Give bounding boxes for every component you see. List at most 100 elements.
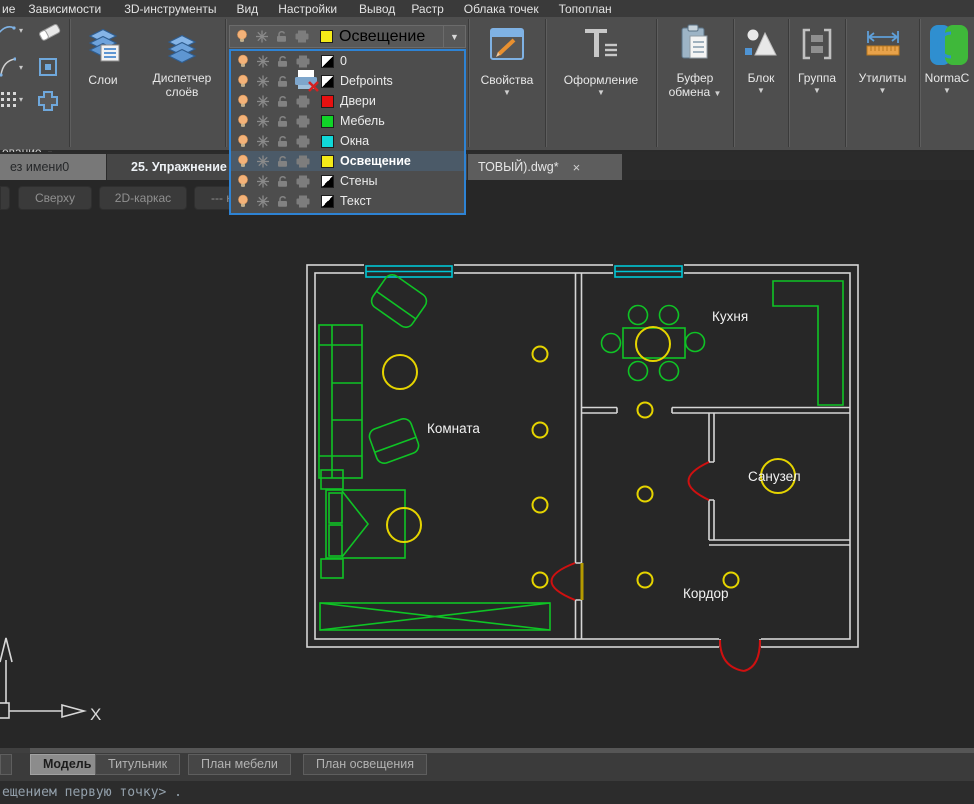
menu-item-topoplan[interactable]: Топоплан (559, 2, 612, 16)
bulb-on-icon[interactable] (235, 154, 251, 169)
print-icon[interactable] (295, 174, 313, 189)
menu-item-point-clouds[interactable]: Облака точек (464, 2, 539, 16)
unlock-icon[interactable] (275, 194, 291, 209)
unlock-icon[interactable] (275, 54, 291, 69)
print-icon[interactable] (295, 194, 313, 209)
decoration-button[interactable]: Оформление ▼ (564, 17, 638, 97)
layout-nav-button[interactable] (0, 754, 12, 775)
freeze-icon[interactable] (254, 29, 270, 44)
freeze-icon[interactable] (255, 54, 271, 69)
layer-color-swatch[interactable] (321, 175, 334, 188)
menu-item-view[interactable]: Вид (236, 2, 258, 16)
print-icon[interactable] (295, 114, 313, 129)
freeze-icon[interactable] (255, 154, 271, 169)
layer-color-swatch[interactable] (321, 155, 334, 168)
print-icon[interactable] (294, 29, 312, 44)
drawing-canvas[interactable]: Комната Кухня Санузел Кордор X Сверху 2D… (0, 180, 974, 748)
menu-item-settings[interactable]: Настройки (278, 2, 337, 16)
layers-button[interactable]: Слои (85, 17, 121, 87)
print-icon[interactable] (295, 134, 313, 149)
bulb-on-icon[interactable] (235, 134, 251, 149)
clipboard-button[interactable]: Буфер обмена ▼ (669, 17, 722, 99)
bulb-on-icon[interactable] (235, 174, 251, 189)
menu-item-3d-tools[interactable]: 3D-инструменты (124, 2, 216, 16)
group-button[interactable]: Группа ▼ (797, 17, 837, 95)
floor-plan: Комната Кухня Санузел Кордор X (0, 180, 974, 748)
group-icon (797, 23, 837, 71)
bulb-on-icon[interactable] (235, 194, 251, 209)
freeze-icon[interactable] (255, 114, 271, 129)
layer-color-swatch[interactable] (320, 30, 333, 43)
menu-item-partial[interactable]: ие (2, 2, 15, 16)
layer-row-windows[interactable]: Окна (231, 131, 464, 151)
unlock-icon[interactable] (275, 74, 291, 89)
unlock-icon[interactable] (275, 134, 291, 149)
layer-row-doors[interactable]: Двери (231, 91, 464, 111)
menu-item-output[interactable]: Вывод (359, 2, 395, 16)
bulb-on-icon[interactable] (235, 54, 251, 69)
document-tab-unnamed[interactable]: ез имени0 (0, 154, 106, 180)
unlock-icon[interactable] (274, 29, 290, 44)
layer-row-furniture[interactable]: Мебель (231, 111, 464, 131)
bulb-on-icon[interactable] (235, 114, 251, 129)
bulb-on-icon[interactable] (235, 94, 251, 109)
center-mark-tool-button[interactable] (36, 55, 60, 79)
menu-item-dependencies[interactable]: Зависимости (28, 2, 101, 16)
room-label-bathroom: Санузел (748, 469, 801, 484)
close-icon[interactable]: × (573, 160, 581, 175)
unlock-icon[interactable] (275, 94, 291, 109)
layer-manager-button[interactable]: Диспетчер слоёв (153, 17, 212, 99)
layer-color-swatch[interactable] (321, 135, 334, 148)
layout-tab-furniture[interactable]: План мебели (188, 754, 291, 775)
unlock-icon[interactable] (275, 174, 291, 189)
layer-row-text[interactable]: Текст (231, 191, 464, 211)
menu-item-raster[interactable]: Растр (411, 2, 443, 16)
layer-row-walls[interactable]: Стены (231, 171, 464, 191)
layer-row-defpoints[interactable]: Defpoints (231, 71, 464, 91)
layout-tab-title[interactable]: Титульник (95, 754, 180, 775)
chevron-down-icon[interactable]: ▾ (19, 95, 23, 104)
bulb-on-icon[interactable] (234, 29, 250, 44)
freeze-icon[interactable] (255, 194, 271, 209)
bulb-on-icon[interactable] (235, 74, 251, 89)
no-print-icon[interactable] (293, 69, 321, 93)
union-tool-button[interactable] (36, 89, 60, 113)
point-grid-tool-button[interactable]: ▾ (0, 91, 23, 107)
layout-tab-model[interactable]: Модель (30, 754, 104, 775)
layer-combo-box[interactable]: Освещение ▼ (229, 25, 466, 48)
print-icon[interactable] (295, 54, 313, 69)
chevron-down-icon[interactable]: ▾ (19, 26, 23, 35)
layer-color-swatch[interactable] (321, 55, 334, 68)
command-line[interactable]: ещением первую точку> . (0, 778, 974, 804)
print-icon[interactable] (295, 94, 313, 109)
layer-color-swatch[interactable] (321, 75, 334, 88)
unlock-icon[interactable] (275, 154, 291, 169)
layout-tab-lighting[interactable]: План освещения (303, 754, 427, 775)
layer-color-swatch[interactable] (321, 115, 334, 128)
document-tab-active[interactable]: ТОВЫЙ).dwg* × (468, 154, 622, 180)
layer-color-swatch[interactable] (321, 95, 334, 108)
arc-tool-button[interactable]: ▾ (0, 57, 23, 77)
freeze-icon[interactable] (255, 94, 271, 109)
block-button[interactable]: Блок ▼ (741, 17, 781, 95)
chevron-down-icon[interactable]: ▼ (443, 26, 465, 47)
view-direction-button[interactable]: Сверху (18, 186, 92, 210)
normacs-button[interactable]: NormaC ▼ (924, 17, 970, 95)
unlock-icon[interactable] (275, 114, 291, 129)
horizontal-scrollbar[interactable] (0, 748, 974, 753)
layer-row-0[interactable]: 0 (231, 51, 464, 71)
freeze-icon[interactable] (255, 74, 271, 89)
viewport-menu-button[interactable] (0, 186, 10, 210)
properties-button[interactable]: Свойства ▼ (481, 17, 534, 97)
chevron-down-icon[interactable]: ▾ (19, 63, 23, 72)
spline-tool-button[interactable]: ▾ (0, 22, 23, 38)
freeze-icon[interactable] (255, 174, 271, 189)
layer-row-lighting-selected[interactable]: Освещение (231, 151, 464, 171)
freeze-icon[interactable] (255, 134, 271, 149)
layer-color-swatch[interactable] (321, 195, 334, 208)
chevron-down-icon: ▼ (879, 87, 887, 95)
visual-style-button[interactable]: 2D-каркас (99, 186, 187, 210)
utilities-button[interactable]: Утилиты ▼ (859, 17, 907, 95)
erase-tool-button[interactable] (36, 20, 62, 42)
print-icon[interactable] (295, 154, 313, 169)
